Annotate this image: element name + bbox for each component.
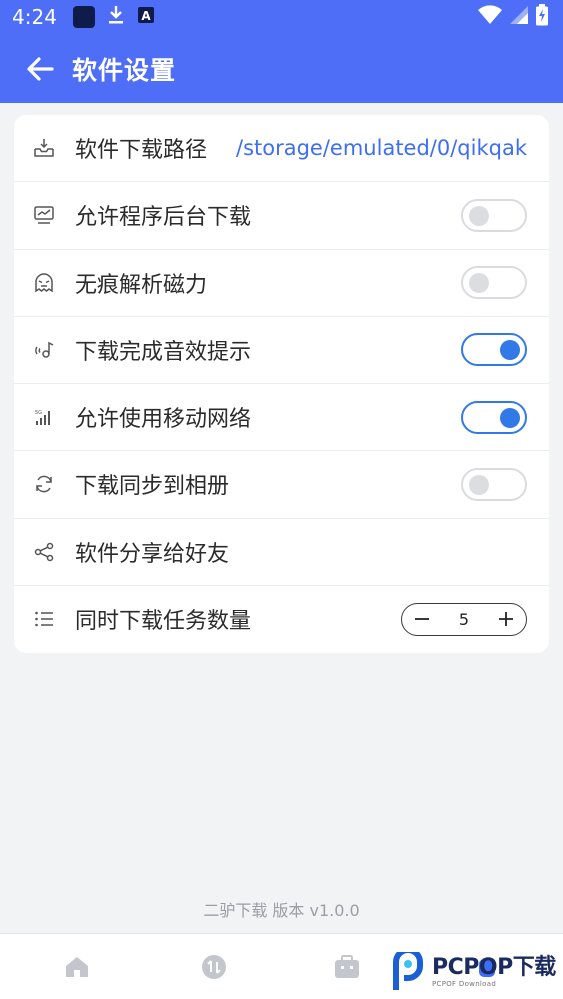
signal-bars-icon: 5G — [32, 405, 56, 429]
complete-sound-label: 下载完成音效提示 — [75, 339, 252, 365]
concurrent-tasks-label: 同时下载任务数量 — [75, 609, 252, 635]
pcpop-logo-icon — [390, 947, 428, 992]
settings-card: 软件下载路径 /storage/emulated/0/qikqak 允许程序后台… — [14, 115, 549, 653]
background-download-toggle[interactable] — [461, 198, 527, 232]
download-icon — [107, 5, 125, 29]
sound-wave-icon — [32, 338, 56, 362]
page-title: 软件设置 — [72, 55, 177, 85]
version-text: 二驴下载 版本 v1.0.0 — [203, 901, 360, 920]
download-path-value[interactable]: /storage/emulated/0/qikqak — [236, 136, 527, 160]
toggle-knob — [469, 205, 489, 226]
mobile-network-toggle[interactable] — [461, 400, 527, 434]
share-label: 软件分享给好友 — [75, 541, 230, 567]
status-time: 4:24 — [12, 5, 57, 29]
complete-sound-toggle[interactable] — [461, 333, 527, 367]
setting-share[interactable]: 软件分享给好友 — [14, 519, 549, 586]
setting-incognito-magnet: 无痕解析磁力 — [14, 250, 549, 317]
toggle-knob — [500, 340, 520, 361]
setting-sync-album: 下载同步到相册 — [14, 451, 549, 519]
download-tray-icon — [32, 136, 56, 160]
sync-album-label: 下载同步到相册 — [75, 474, 230, 500]
watermark: PCPOP下载 PCPOF Download — [390, 947, 563, 996]
list-icon — [32, 607, 56, 631]
toggle-knob — [469, 273, 489, 294]
quantity-stepper: 5 — [401, 602, 527, 636]
wifi-icon — [477, 5, 503, 29]
decrement-button[interactable] — [414, 611, 430, 627]
app-bar: 软件设置 — [0, 34, 563, 103]
home-icon[interactable] — [64, 954, 90, 980]
battery-charging-icon — [535, 4, 549, 30]
arrow-left-icon[interactable] — [26, 56, 54, 82]
incognito-magnet-toggle[interactable] — [461, 266, 527, 300]
status-bar: 4:24 A — [0, 0, 563, 34]
background-download-label: 允许程序后台下载 — [75, 205, 252, 231]
setting-complete-sound: 下载完成音效提示 — [14, 317, 549, 384]
setting-mobile-network: 5G 允许使用移动网络 — [14, 384, 549, 452]
ghost-mask-icon — [32, 271, 56, 295]
font-a-icon: A — [137, 6, 155, 28]
increment-button[interactable] — [498, 611, 514, 627]
setting-download-path[interactable]: 软件下载路径 /storage/emulated/0/qikqak — [14, 115, 549, 183]
svg-text:5G: 5G — [35, 410, 42, 416]
transfer-icon[interactable] — [201, 954, 227, 980]
sync-album-toggle[interactable] — [461, 467, 527, 501]
svg-text:A: A — [141, 9, 151, 23]
monitor-chart-icon — [32, 203, 56, 227]
toggle-knob — [469, 474, 489, 495]
setting-background-download: 允许程序后台下载 — [14, 182, 549, 250]
sync-icon — [32, 472, 56, 496]
watermark-title: PCPOP下载 — [432, 955, 556, 980]
incognito-magnet-label: 无痕解析磁力 — [75, 272, 208, 298]
signal-icon — [509, 5, 529, 29]
stepper-value: 5 — [458, 609, 470, 629]
toggle-knob — [500, 407, 520, 428]
setting-concurrent-tasks: 同时下载任务数量 5 — [14, 586, 549, 653]
mobile-network-label: 允许使用移动网络 — [75, 407, 252, 433]
toolbox-icon[interactable] — [334, 954, 360, 980]
app-square-icon — [72, 6, 95, 28]
download-path-label: 软件下载路径 — [75, 138, 208, 164]
share-icon — [32, 540, 56, 564]
watermark-subtitle: PCPOF Download — [432, 980, 497, 988]
